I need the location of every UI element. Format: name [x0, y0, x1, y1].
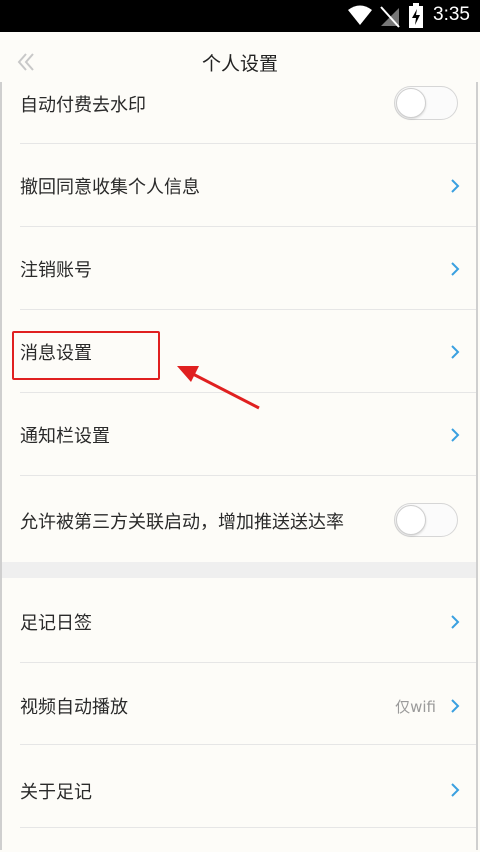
chevron-right-icon — [451, 783, 460, 797]
status-bar: 3:35 — [0, 0, 480, 32]
divider — [20, 744, 476, 745]
setting-label: 足记日签 — [20, 613, 92, 634]
setting-label: 注销账号 — [20, 260, 92, 281]
battery-charging-icon — [409, 3, 423, 28]
chevron-right-icon — [451, 345, 460, 359]
chevron-right-icon — [451, 699, 460, 713]
chevron-right-icon — [451, 179, 460, 193]
section-gap — [2, 562, 476, 578]
setting-label: 撤回同意收集个人信息 — [20, 177, 200, 198]
chevron-right-icon — [451, 615, 460, 629]
setting-third-party-launch[interactable]: 允许被第三方关联启动，增加推送送达率 — [2, 477, 476, 562]
divider — [20, 226, 476, 227]
toggle-knob — [396, 505, 426, 535]
wifi-icon — [348, 5, 372, 25]
header-cover: 个人设置 — [0, 32, 480, 82]
setting-label: 通知栏设置 — [20, 426, 110, 447]
chevron-right-icon — [451, 428, 460, 442]
divider — [20, 309, 476, 310]
setting-cancel-account[interactable]: 注销账号 — [2, 228, 476, 310]
setting-about[interactable]: 关于足记 — [2, 746, 476, 828]
setting-label: 关于足记 — [20, 782, 92, 803]
divider — [20, 475, 476, 476]
video-autoplay-value: 仅wifi — [395, 698, 436, 716]
page-title: 个人设置 — [201, 53, 278, 75]
setting-label: 允许被第三方关联启动，增加推送送达率 — [20, 512, 344, 533]
setting-revoke-consent[interactable]: 撤回同意收集个人信息 — [2, 145, 476, 227]
annotation-arrow-icon — [177, 366, 260, 410]
setting-label: 视频自动播放 — [20, 697, 128, 718]
divider — [20, 827, 476, 828]
divider — [20, 143, 476, 144]
third-party-launch-toggle[interactable] — [394, 503, 458, 537]
status-time: 3:35 — [433, 4, 470, 25]
toggle-knob — [396, 88, 426, 118]
setting-video-autoplay[interactable]: 视频自动播放 仅wifi — [2, 663, 476, 745]
setting-label: 自动付费去水印 — [20, 95, 146, 116]
highlight-box — [12, 331, 160, 380]
setting-footprint-daily[interactable]: 足记日签 — [2, 578, 476, 663]
auto-pay-watermark-toggle[interactable] — [394, 86, 458, 120]
chevron-right-icon — [451, 262, 460, 276]
no-signal-icon — [380, 6, 400, 28]
